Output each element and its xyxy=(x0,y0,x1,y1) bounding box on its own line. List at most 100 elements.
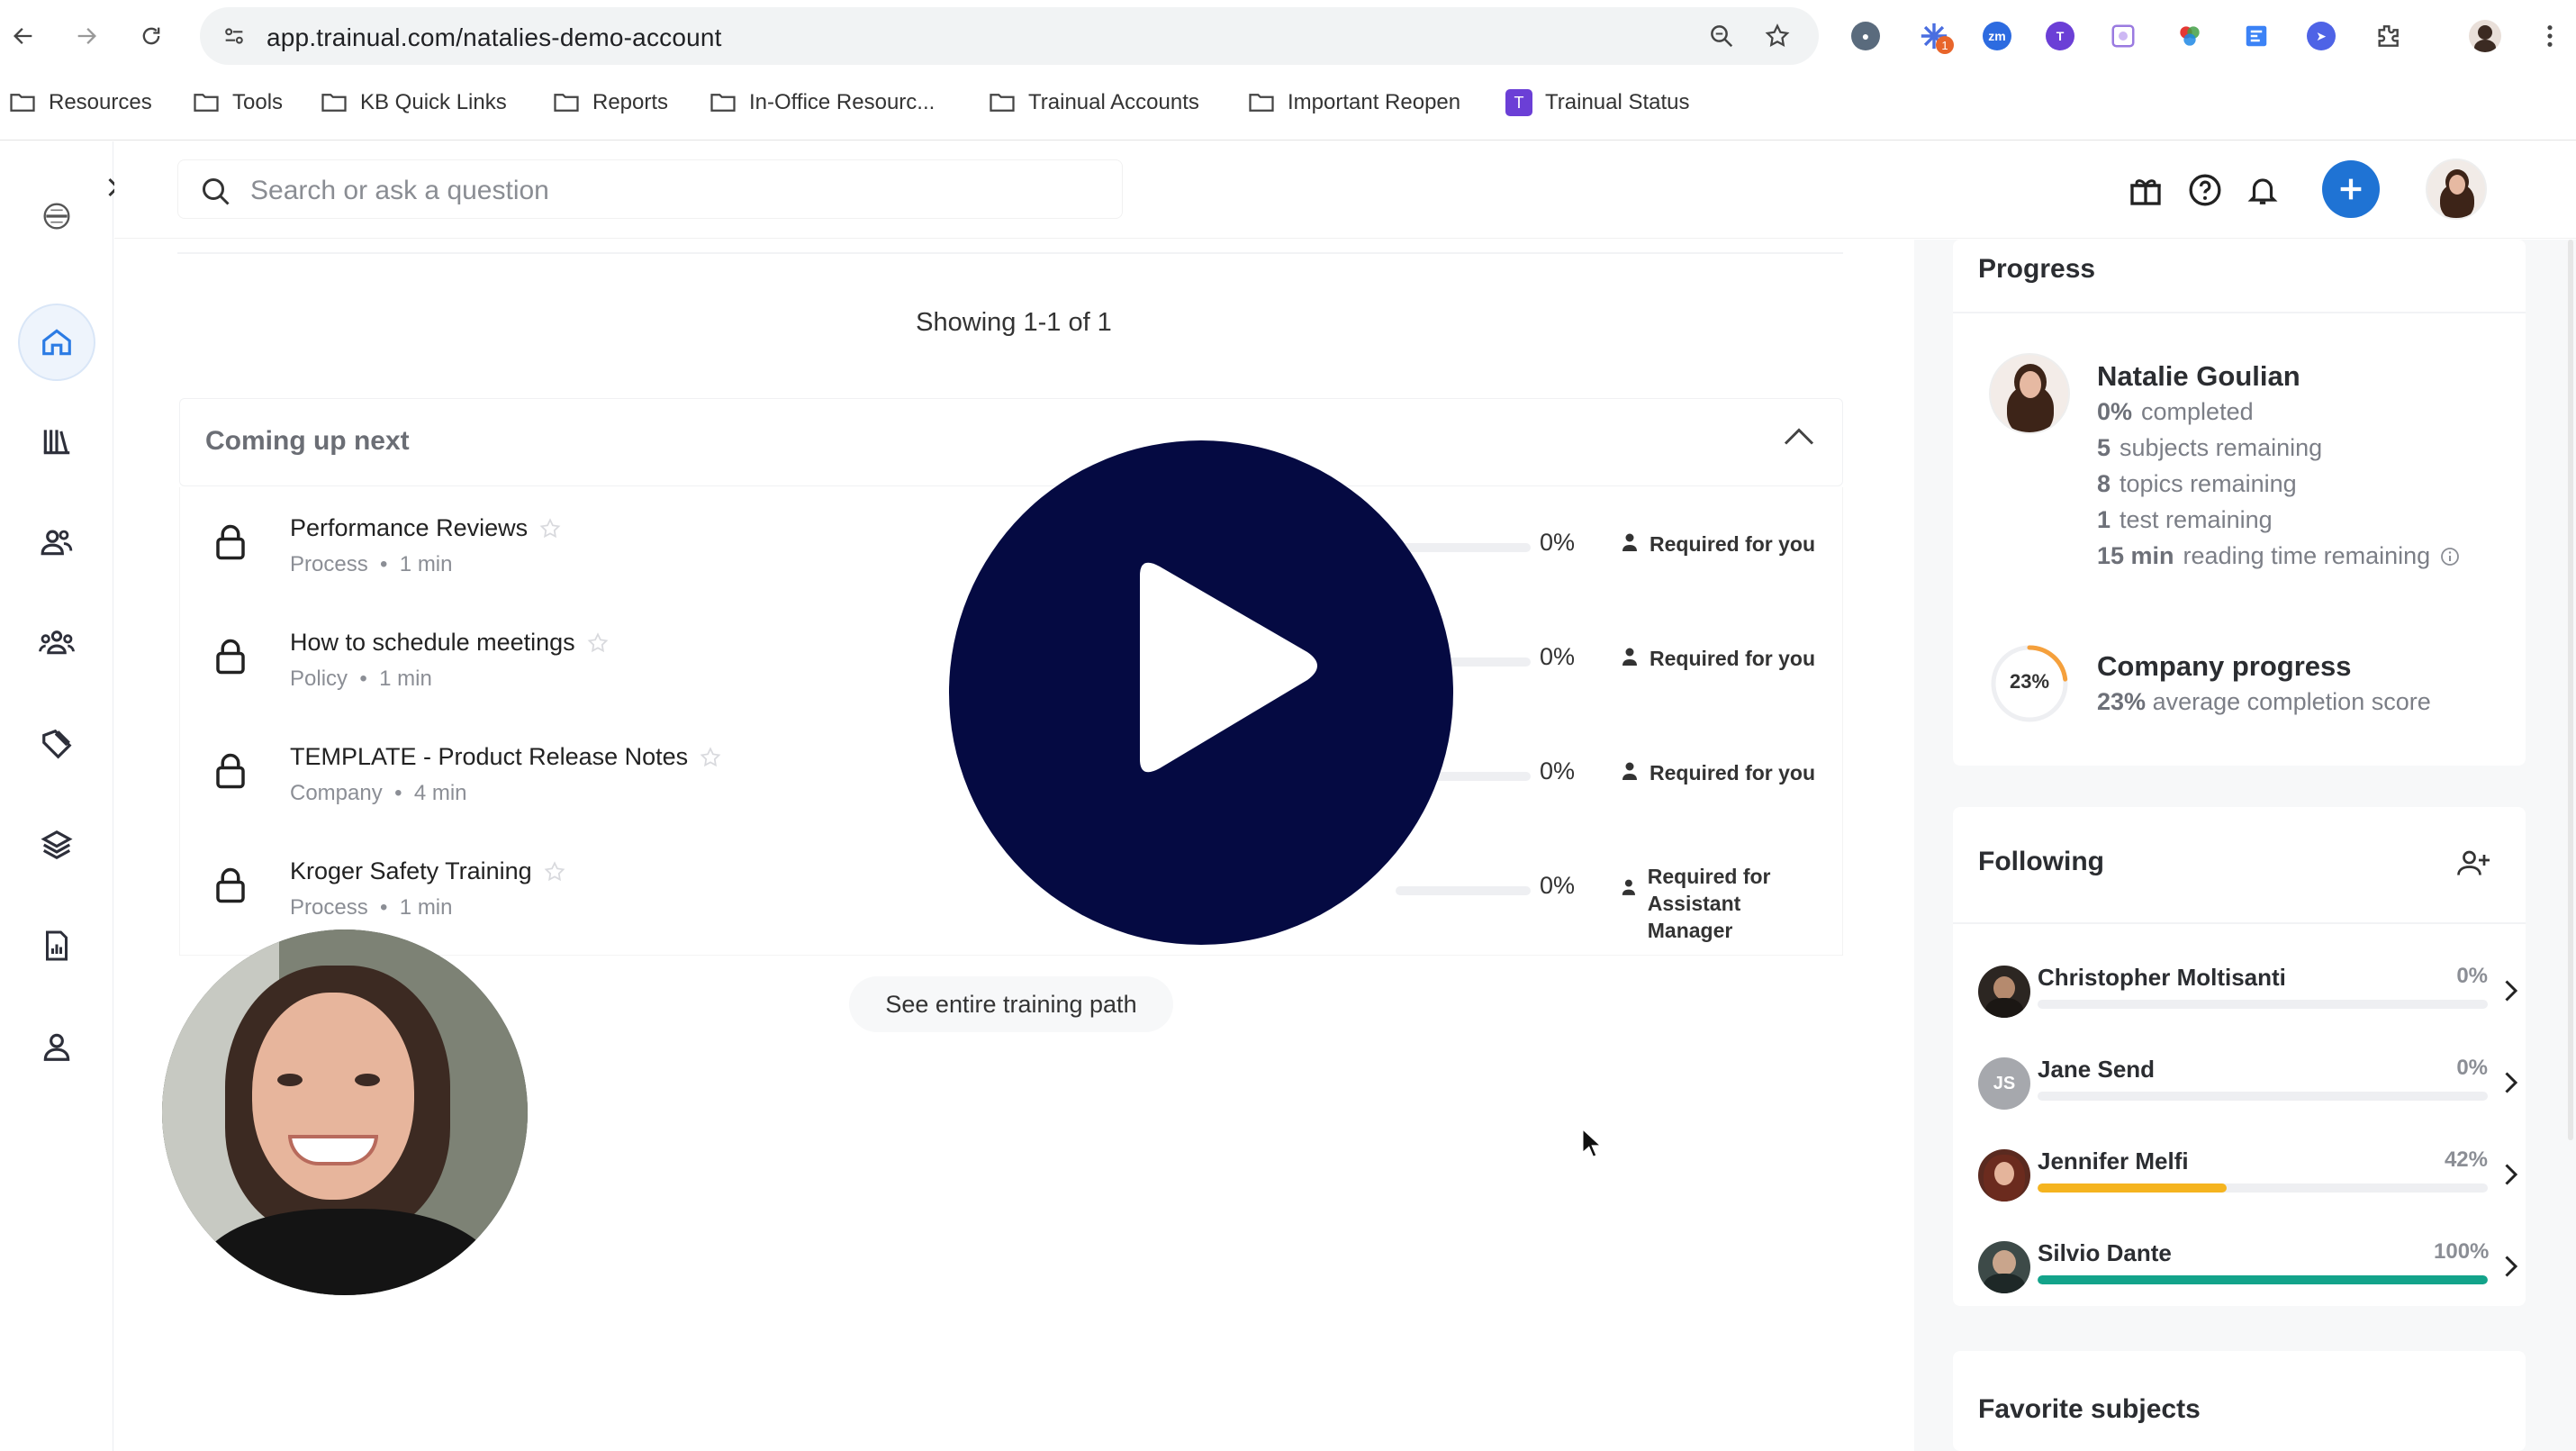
person-progress-fill xyxy=(2038,1183,2227,1193)
favorite-subjects-title: Favorite subjects xyxy=(1978,1394,2201,1424)
training-title[interactable]: TEMPLATE - Product Release Notes xyxy=(290,743,688,771)
chevron-right-icon[interactable] xyxy=(2502,1254,2518,1283)
see-training-path-button[interactable]: See entire training path xyxy=(849,976,1173,1032)
progress-card: Progress Natalie Goulian 0% completed 5 su… xyxy=(1953,240,2526,766)
favorite-subjects-card: Favorite subjects xyxy=(1953,1351,2526,1451)
lock-icon xyxy=(214,752,247,794)
info-icon[interactable] xyxy=(2439,546,2461,567)
training-type: Policy xyxy=(290,667,348,691)
training-type: Company xyxy=(290,781,383,805)
avatar xyxy=(1978,1149,2030,1202)
person-percent: 0% xyxy=(2456,964,2488,988)
extensions-puzzle-icon[interactable] xyxy=(2368,16,2408,56)
search-input[interactable]: Search or ask a question xyxy=(177,159,1123,219)
favorite-star-icon[interactable] xyxy=(586,631,610,655)
chevron-right-icon[interactable] xyxy=(2502,978,2518,1008)
tag-icon[interactable] xyxy=(18,705,95,783)
user-avatar[interactable] xyxy=(2426,159,2487,220)
chevron-right-icon[interactable] xyxy=(2502,1162,2518,1192)
training-type: Process xyxy=(290,552,368,576)
bookmark-folder[interactable]: Resources xyxy=(9,86,152,119)
favorite-star-icon[interactable] xyxy=(538,517,562,540)
extension-colors-icon[interactable] xyxy=(2170,16,2210,56)
extension-password-icon[interactable]: ● xyxy=(1846,16,1885,56)
webcam-video xyxy=(162,930,528,1295)
extension-spark-icon[interactable]: 1 xyxy=(1914,16,1954,56)
app-sidebar xyxy=(0,141,113,1451)
favorite-star-icon[interactable] xyxy=(543,860,566,884)
people-icon[interactable] xyxy=(18,503,95,581)
extension-zoom-icon[interactable]: zm xyxy=(1977,16,2017,56)
company-progress-percent: 23% xyxy=(2009,670,2050,693)
training-title[interactable]: How to schedule meetings xyxy=(290,629,575,657)
reload-button[interactable] xyxy=(131,16,171,56)
home-icon[interactable] xyxy=(18,304,95,381)
chevron-up-icon[interactable] xyxy=(1783,426,1815,452)
forward-button[interactable] xyxy=(67,16,106,56)
bookmark-folder[interactable]: Trainual Accounts xyxy=(989,86,1199,119)
following-person[interactable]: Silvio Dante 100% xyxy=(1978,1238,2518,1301)
scrollbar[interactable] xyxy=(2568,240,2573,1140)
company-progress-title: Company progress xyxy=(2097,650,2352,682)
avatar: JS xyxy=(1978,1057,2030,1110)
extension-grid-icon[interactable] xyxy=(2237,16,2276,56)
training-duration: 4 min xyxy=(413,781,467,805)
add-user-icon[interactable] xyxy=(2455,847,2491,884)
avatar xyxy=(1978,1241,2030,1293)
extension-capture-icon[interactable] xyxy=(2103,16,2143,56)
browser-menu-icon[interactable] xyxy=(2530,16,2570,56)
training-title[interactable]: Performance Reviews xyxy=(290,514,528,542)
bookmark-folder[interactable]: Tools xyxy=(193,86,283,119)
site-info-icon[interactable] xyxy=(214,16,254,56)
library-icon[interactable] xyxy=(18,403,95,480)
arrow-left-icon xyxy=(14,28,32,44)
help-icon[interactable] xyxy=(2183,168,2227,212)
report-icon[interactable] xyxy=(18,907,95,984)
extension-arrow-icon[interactable]: ➤ xyxy=(2301,16,2341,56)
create-button[interactable] xyxy=(2322,160,2380,218)
folder-icon xyxy=(554,94,579,112)
gift-icon[interactable] xyxy=(2124,168,2167,212)
training-title[interactable]: Kroger Safety Training xyxy=(290,857,532,885)
person-progress-track xyxy=(2038,1183,2488,1193)
requirement-label: Required for you xyxy=(1621,761,1815,785)
progress-percent: 0% xyxy=(1540,529,1576,556)
subjects-stat: 5 subjects remaining xyxy=(2097,434,2323,461)
bookmark-folder[interactable]: Important Reopen xyxy=(1248,86,1460,119)
bookmark-star-icon[interactable] xyxy=(1758,16,1797,56)
person-progress-track xyxy=(2038,1275,2488,1284)
play-icon xyxy=(1140,562,1317,773)
url-text[interactable]: app.trainual.com/natalies-demo-account xyxy=(267,23,722,52)
user-icon[interactable] xyxy=(18,1008,95,1085)
training-duration: 1 min xyxy=(379,667,432,691)
extension-trainual-icon[interactable]: T xyxy=(2040,16,2080,56)
person-percent: 0% xyxy=(2456,1056,2488,1080)
chevron-right-icon[interactable] xyxy=(2502,1070,2518,1100)
back-button[interactable] xyxy=(4,16,43,56)
bookmark-folder[interactable]: Reports xyxy=(553,86,668,119)
trainual-logo-icon: T xyxy=(1505,89,1532,116)
layers-icon[interactable] xyxy=(18,806,95,884)
person-name: Jennifer Melfi xyxy=(2038,1147,2189,1174)
avatar xyxy=(1978,966,2030,1018)
following-person[interactable]: JS Jane Send 0% xyxy=(1978,1054,2518,1117)
bookmark-folder[interactable]: KB Quick Links xyxy=(321,86,507,119)
company-logo-icon[interactable] xyxy=(18,177,95,255)
mouse-cursor xyxy=(1581,1127,1603,1163)
zoom-icon[interactable] xyxy=(1702,16,1741,56)
training-duration: 1 min xyxy=(399,552,453,576)
groups-icon[interactable] xyxy=(18,604,95,682)
bookmark-folder[interactable]: In-Office Resourc... xyxy=(710,86,935,119)
notification-bell-icon[interactable] xyxy=(2241,168,2284,212)
search-icon xyxy=(200,176,232,213)
bookmark-link[interactable]: T Trainual Status xyxy=(1505,86,1690,119)
following-person[interactable]: Jennifer Melfi 42% xyxy=(1978,1146,2518,1209)
profile-avatar-icon[interactable] xyxy=(2465,16,2505,56)
person-progress-track xyxy=(2038,1092,2488,1101)
address-bar[interactable]: app.trainual.com/natalies-demo-account xyxy=(200,7,1819,65)
favorite-star-icon[interactable] xyxy=(699,746,722,769)
reading-time-stat: 15 min reading time remaining xyxy=(2097,542,2461,570)
following-person[interactable]: Christopher Moltisanti 0% xyxy=(1978,962,2518,1025)
folder-icon xyxy=(10,94,35,112)
video-play-button[interactable] xyxy=(949,440,1453,945)
